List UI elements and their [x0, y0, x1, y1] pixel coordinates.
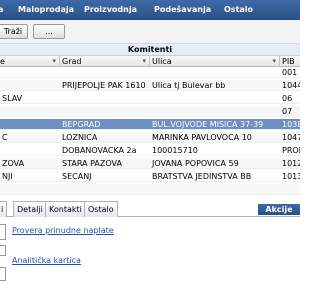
table-cell: BRATSTVA JEDINSTVA BB	[152, 172, 252, 181]
table-cell	[60, 184, 150, 195]
tab-ostalo[interactable]: Ostalo	[84, 201, 118, 217]
table-cell: DOBANOVACKA 2a	[62, 146, 137, 155]
table-cell: ZOVA	[2, 159, 25, 168]
table-cell	[150, 67, 280, 78]
table-cell: C	[2, 133, 8, 142]
grid-title: Komitenti	[0, 44, 300, 56]
menu-item-maloprodaja[interactable]: Maloprodaja	[18, 5, 74, 14]
table-cell: PRIJEPOLJE PAK 1610	[62, 81, 146, 90]
table-cell: BUL.VOJVODE MISICA 37-39	[152, 120, 264, 129]
table-row[interactable]: ZOVA STARA PAZOVA JOVANA POPOVICA 59 10124	[0, 158, 300, 169]
table-cell	[150, 93, 280, 104]
table-cell: 10124	[282, 159, 300, 168]
table-row[interactable]: C LOZNICA MARINKA PAVLOVOCA 10 10471	[0, 132, 300, 143]
table-row[interactable]: 07	[0, 106, 300, 117]
table-row[interactable]: PRIJEPOLJE PAK 1610 Ulica tj Bulevar bb 10…	[0, 80, 300, 91]
detail-tabs: i Detalji Kontakti Ostalo	[0, 199, 300, 217]
column-header-name[interactable]: e ▾	[0, 56, 60, 67]
table-row[interactable]	[0, 184, 300, 195]
table-cell: PROIZ	[282, 146, 300, 155]
table-cell: NJI	[2, 172, 13, 181]
actions-header[interactable]: Akcije	[258, 204, 300, 215]
table-row[interactable]: NJI SECANJ BRATSTVA JEDINSTVA BB 10135	[0, 171, 300, 182]
table-cell: 001	[282, 68, 298, 77]
sort-arrow-icon: ▾	[142, 57, 146, 65]
table-cell: 10380	[282, 120, 300, 129]
table-cell: SLAV	[2, 94, 23, 103]
tab-partial[interactable]: i	[0, 201, 8, 217]
table-cell	[0, 67, 60, 78]
table-cell: BEPGRAD	[62, 120, 101, 129]
tab-detalji[interactable]: Detalji	[13, 201, 47, 217]
table-row[interactable]: 001	[0, 67, 300, 78]
column-header-ulica[interactable]: Ulica ▾	[150, 56, 280, 67]
table-cell	[150, 106, 280, 117]
table-cell	[150, 184, 280, 195]
table-cell: 06	[282, 94, 293, 103]
table-cell: 10443	[282, 81, 300, 90]
menu-item-proizvodnja[interactable]: Proizvodnja	[84, 5, 137, 14]
table-row[interactable]: DOBANOVACKA 2a 100015710 PROIZ	[0, 145, 300, 156]
menu-item-partial[interactable]: a	[0, 5, 3, 14]
more-button[interactable]: ...	[33, 24, 65, 39]
table-row[interactable]: SLAV 06	[0, 93, 300, 104]
table-cell: 100015710	[152, 146, 198, 155]
table-cell	[60, 67, 150, 78]
tab-kontakti[interactable]: Kontakti	[45, 201, 86, 217]
table-cell: JOVANA POPOVICA 59	[152, 159, 239, 168]
table-cell	[0, 106, 60, 117]
table-cell	[60, 93, 150, 104]
sort-arrow-icon: ▾	[272, 57, 276, 65]
table-row[interactable]: BEPGRAD BUL.VOJVODE MISICA 37-39 10380	[0, 119, 300, 130]
table-cell: Ulica tj Bulevar bb	[152, 81, 226, 90]
table-cell	[60, 106, 150, 117]
input-box-partial[interactable]	[0, 245, 6, 256]
table-cell	[0, 184, 60, 195]
table-cell	[280, 184, 300, 195]
table-cell: 10135	[282, 172, 300, 181]
menu-item-ostalo[interactable]: Ostalo	[224, 5, 253, 14]
column-header-pib[interactable]: PIB	[280, 56, 300, 67]
input-box-partial[interactable]	[0, 267, 6, 281]
input-box-partial[interactable]	[0, 224, 6, 240]
toolbar: Traži ...	[0, 20, 300, 44]
table-cell: STARA PAZOVA	[62, 159, 122, 168]
table-cell	[0, 80, 60, 91]
table-cell: 07	[282, 107, 293, 116]
sort-arrow-icon: ▾	[52, 57, 56, 65]
table-cell: SECANJ	[62, 172, 92, 181]
table-cell: 10471	[282, 133, 300, 142]
column-header-grad[interactable]: Grad ▾	[60, 56, 150, 67]
table-cell	[0, 145, 60, 156]
table-cell: MARINKA PAVLOVOCA 10	[152, 133, 252, 142]
grid-rows: 001 PRIJEPOLJE PAK 1610 Ulica tj Bulevar b…	[0, 67, 300, 196]
forced-collection-link[interactable]: Provera prinudne naplate	[12, 226, 114, 235]
analytics-card-link[interactable]: Analitička kartica	[12, 256, 81, 265]
table-cell	[0, 119, 60, 130]
table-cell: LOZNICA	[62, 133, 98, 142]
grid-header: e ▾ Grad ▾ Ulica ▾ PIB	[0, 56, 300, 67]
search-button[interactable]: Traži	[0, 24, 28, 39]
menu-item-podesavanja[interactable]: Podešavanja	[154, 5, 211, 14]
menu-bar: a Maloprodaja Proizvodnja Podešavanja Os…	[0, 0, 300, 20]
